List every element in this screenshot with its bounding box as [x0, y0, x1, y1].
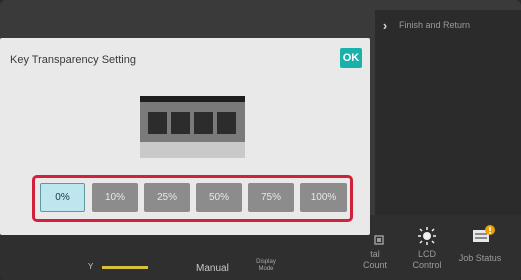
finish-and-return-row[interactable]: › Finish and Return: [375, 10, 521, 40]
display-mode-text: Display Mode: [256, 259, 276, 272]
job-status-label: Job Status: [458, 253, 502, 263]
count-item[interactable]: tal Count: [358, 249, 392, 271]
option-100-percent[interactable]: 100%: [300, 183, 347, 212]
option-75-percent[interactable]: 75%: [248, 183, 294, 212]
chevron-right-icon: ›: [382, 17, 388, 33]
dialog-title: Key Transparency Setting: [10, 54, 136, 66]
count-label: tal Count: [362, 249, 388, 270]
count-icon: [374, 232, 384, 250]
device-screen: › Finish and Return Y Manual Display Mod…: [0, 0, 521, 280]
lcd-control-item[interactable]: LCD Control: [407, 249, 447, 271]
preview-key-1: [148, 112, 167, 134]
lcd-sun-icon: [416, 226, 438, 251]
preview-key-2: [171, 112, 190, 134]
lcd-control-label: LCD Control: [412, 249, 442, 270]
preview-key-3: [194, 112, 213, 134]
ok-button[interactable]: OK: [340, 48, 362, 68]
manual-label[interactable]: Manual: [196, 263, 229, 274]
option-10-percent[interactable]: 10%: [92, 183, 138, 212]
key-preview-image: [140, 96, 245, 158]
option-25-percent[interactable]: 25%: [144, 183, 190, 212]
right-panel: › Finish and Return: [375, 10, 521, 220]
y-label: Y: [88, 262, 94, 271]
preview-shelf: [140, 142, 245, 158]
job-status-icon: [470, 224, 496, 251]
job-status-item[interactable]: Job Status: [452, 253, 508, 264]
finish-and-return-label: Finish and Return: [399, 20, 471, 30]
option-0-percent[interactable]: 0%: [40, 183, 85, 212]
option-50-percent[interactable]: 50%: [196, 183, 242, 212]
yellow-indicator-line: [102, 266, 148, 269]
display-mode-label[interactable]: Display Mode: [248, 259, 284, 273]
preview-top-bar: [140, 96, 245, 102]
preview-key-4: [217, 112, 236, 134]
